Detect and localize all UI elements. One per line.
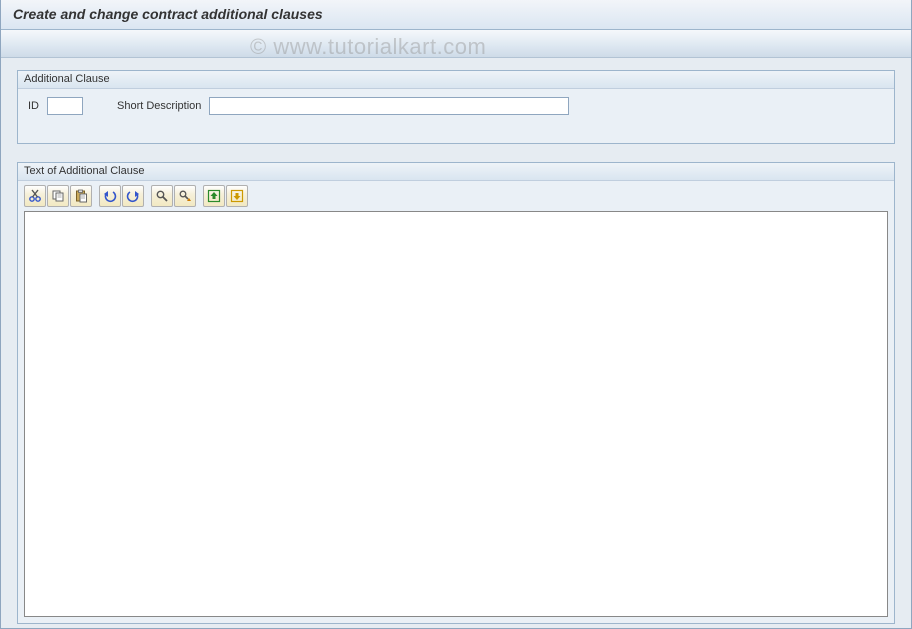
cut-button[interactable]: [24, 185, 46, 207]
group-title: Additional Clause: [18, 71, 894, 89]
paste-icon: [74, 189, 88, 203]
title-bar: Create and change contract additional cl…: [1, 0, 911, 30]
text-editor-group: Text of Additional Clause: [17, 162, 895, 624]
download-icon: [230, 189, 244, 203]
id-input[interactable]: [47, 97, 83, 115]
undo-icon: [103, 189, 117, 203]
app-toolbar-strip: [1, 30, 911, 58]
undo-button[interactable]: [99, 185, 121, 207]
editor-toolbar: [18, 181, 894, 211]
upload-icon: [207, 189, 221, 203]
save-button[interactable]: [226, 185, 248, 207]
additional-clause-group: Additional Clause ID Short Description: [17, 70, 895, 144]
text-editor-area[interactable]: [24, 211, 888, 617]
find-icon: [155, 189, 169, 203]
copy-icon: [51, 189, 65, 203]
redo-icon: [126, 189, 140, 203]
editor-title: Text of Additional Clause: [18, 163, 894, 181]
load-button[interactable]: [203, 185, 225, 207]
group-body: ID Short Description: [18, 89, 894, 143]
short-description-label: Short Description: [117, 100, 201, 112]
short-description-input[interactable]: [209, 97, 569, 115]
paste-button[interactable]: [70, 185, 92, 207]
id-label: ID: [28, 100, 39, 112]
find-next-button[interactable]: [174, 185, 196, 207]
find-button[interactable]: [151, 185, 173, 207]
copy-button[interactable]: [47, 185, 69, 207]
cut-icon: [28, 189, 42, 203]
content-area: Additional Clause ID Short Description T…: [1, 58, 911, 624]
find-next-icon: [178, 189, 192, 203]
redo-button[interactable]: [122, 185, 144, 207]
page-title: Create and change contract additional cl…: [13, 6, 323, 22]
